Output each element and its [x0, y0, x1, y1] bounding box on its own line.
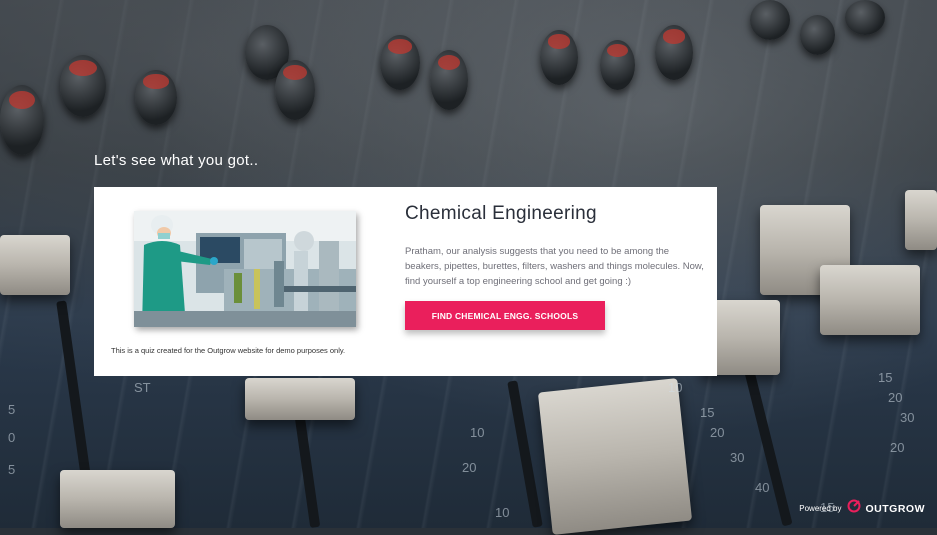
scale-label: 10 — [495, 505, 510, 520]
fader-knob — [60, 470, 175, 528]
knob-decoration — [60, 55, 106, 117]
outgrow-brand-name: OUTGROW — [865, 502, 925, 515]
result-description: Pratham, our analysis suggests that you … — [405, 246, 704, 287]
lab-technician-photo — [134, 211, 356, 327]
scale-label: 20 — [462, 460, 477, 475]
knob-decoration — [0, 85, 44, 155]
knob-decoration — [750, 0, 790, 40]
scale-label: 10 — [470, 425, 485, 440]
knob-decoration — [540, 30, 578, 85]
result-card: This is a quiz created for the Outgrow w… — [94, 187, 717, 376]
scale-label: 10 — [668, 380, 683, 395]
outgrow-logo-icon — [847, 499, 861, 518]
demo-disclaimer: This is a quiz created for the Outgrow w… — [111, 346, 346, 355]
fader-knob — [537, 378, 693, 535]
powered-by-label: Powered by — [799, 504, 842, 513]
scale-label: 30 — [730, 450, 745, 465]
knob-decoration — [655, 25, 693, 80]
scale-label: 20 — [710, 425, 725, 440]
knob-decoration — [275, 60, 315, 120]
scale-label: 20 — [890, 440, 905, 455]
scale-label: 30 — [900, 410, 915, 425]
knob-decoration — [600, 40, 635, 90]
scale-label: 5 — [8, 462, 16, 477]
scale-label: 20 — [888, 390, 903, 405]
knob-decoration — [430, 50, 468, 110]
fader-slot — [507, 380, 543, 528]
fader-knob — [245, 378, 355, 420]
quiz-result-heading: Let's see what you got.. — [94, 152, 259, 169]
find-schools-button[interactable]: FIND CHEMICAL ENGG. SCHOOLS — [405, 301, 605, 330]
knob-decoration — [380, 35, 420, 90]
fader-knob — [820, 265, 920, 335]
knob-decoration — [845, 0, 885, 35]
fader-knob — [0, 235, 70, 295]
scale-label: 0 — [8, 430, 16, 445]
knob-decoration — [135, 70, 177, 125]
knob-decoration — [800, 15, 835, 55]
scale-label: 15 — [700, 405, 715, 420]
scale-label: 40 — [755, 480, 770, 495]
scale-label: 5 — [8, 402, 16, 417]
result-title: Chemical Engineering — [405, 203, 597, 224]
powered-by-badge[interactable]: Powered by OUTGROW — [799, 499, 925, 518]
scale-label: 15 — [878, 370, 893, 385]
fader-knob — [905, 190, 937, 250]
scale-label: ST — [134, 380, 151, 395]
